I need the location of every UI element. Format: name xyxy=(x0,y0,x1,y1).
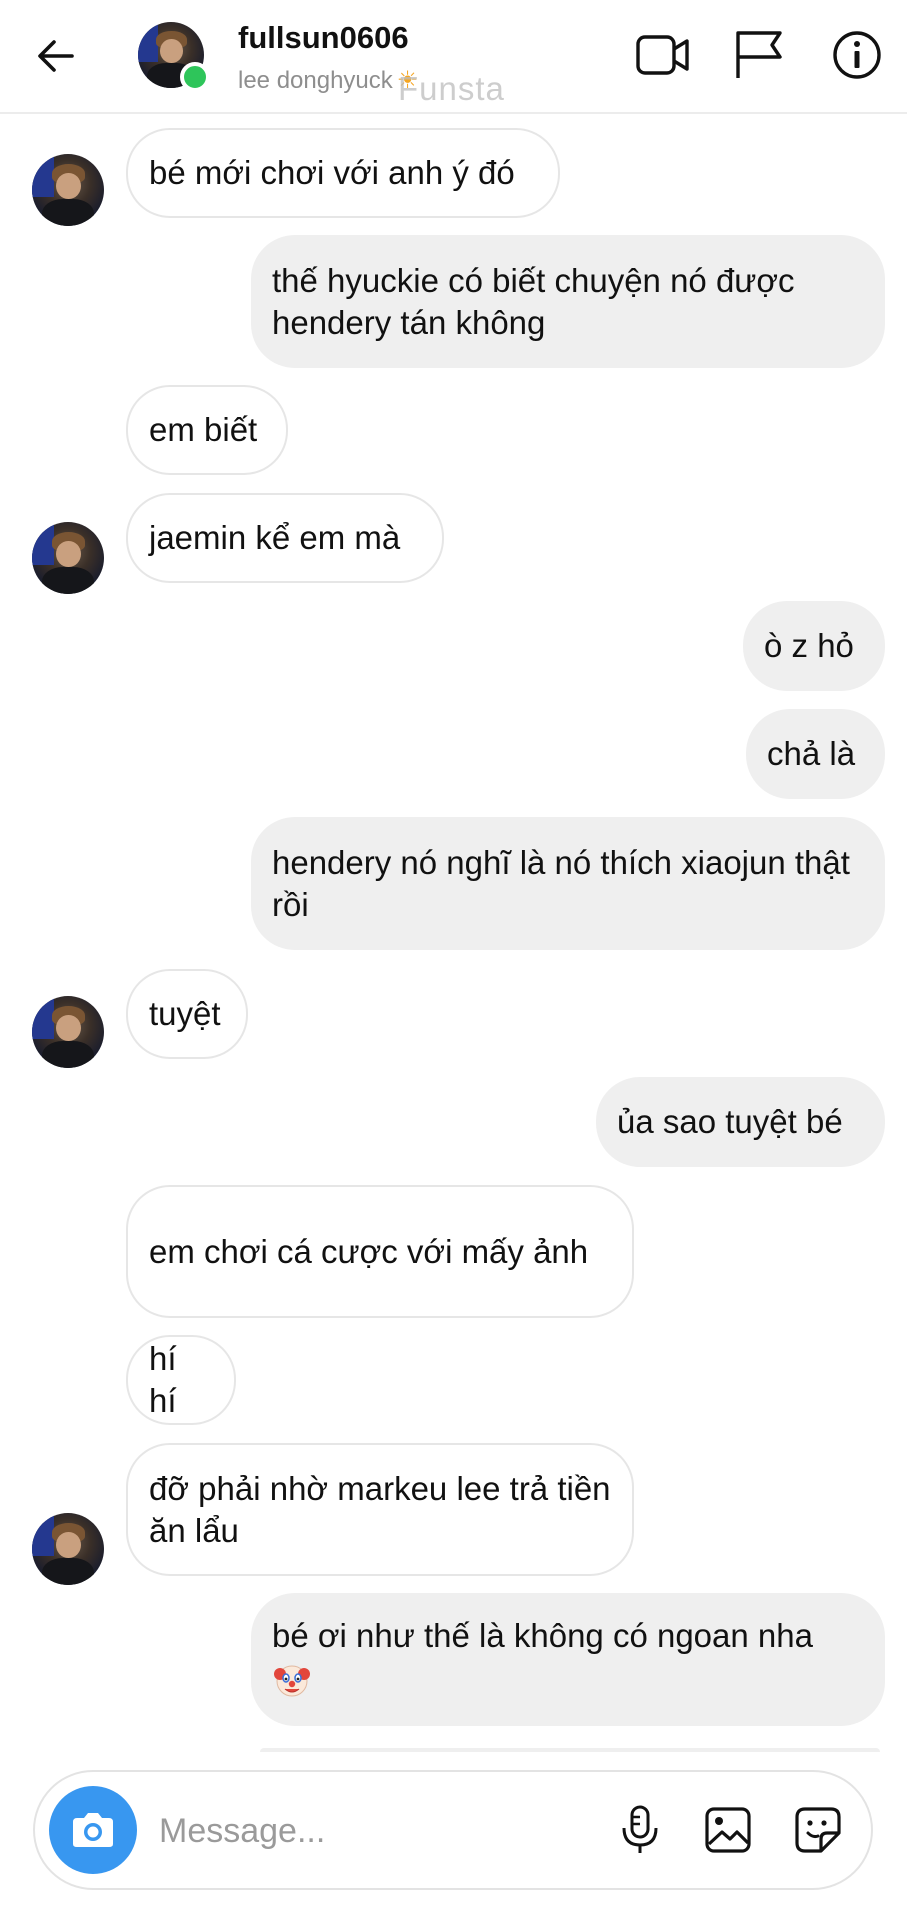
gallery-button[interactable] xyxy=(700,1802,756,1858)
avatar xyxy=(32,996,104,1068)
sender-avatar[interactable] xyxy=(32,522,104,594)
message-text: ò z hỏ xyxy=(764,627,854,664)
sticker-button[interactable] xyxy=(790,1802,846,1858)
camera-button[interactable] xyxy=(49,1786,137,1874)
sender-avatar[interactable] xyxy=(32,996,104,1068)
video-call-button[interactable] xyxy=(632,24,694,86)
funsta-watermark: Funsta xyxy=(398,70,505,107)
avatar xyxy=(32,1513,104,1585)
outgoing-message[interactable]: chả là xyxy=(746,709,885,799)
message-composer xyxy=(33,1770,873,1890)
message-text: bé ơi như thế là không có ngoan nha xyxy=(272,1615,813,1700)
chat-subtitle-text: lee donghyuck xyxy=(238,67,393,94)
image-icon xyxy=(705,1807,751,1853)
outgoing-message[interactable]: bé ơi như thế là không có ngoan nha xyxy=(251,1593,885,1726)
incoming-message[interactable]: bé mới chơi với anh ý đó xyxy=(126,128,560,218)
message-text-content: bé ơi như thế là không có ngoan nha xyxy=(272,1617,813,1654)
message-text: jaemin kể em mà xyxy=(149,519,401,556)
camera-icon xyxy=(73,1813,113,1847)
incoming-message[interactable]: em chơi cá cược với mấy ảnh xyxy=(126,1185,634,1318)
flag-icon xyxy=(736,31,782,78)
message-text: tuyệt xyxy=(149,995,221,1032)
message-text: hendery nó nghĩ là nó thích xiaojun thật… xyxy=(272,843,850,923)
clown-face-emoji-icon xyxy=(274,1665,310,1697)
sticker-icon xyxy=(795,1807,841,1853)
arrow-left-icon xyxy=(38,40,74,72)
message-text: em chơi cá cược với mấy ảnh xyxy=(149,1232,589,1270)
message-input[interactable] xyxy=(157,1802,591,1860)
outgoing-message[interactable]: hendery nó nghĩ là nó thích xiaojun thật… xyxy=(251,817,885,950)
message-text: bé mới chơi với anh ý đó xyxy=(149,154,515,191)
incoming-message[interactable]: hí hí xyxy=(126,1335,236,1425)
message-text: chả là xyxy=(767,735,856,772)
outgoing-message[interactable]: thế hyuckie có biết chuyện nó được hende… xyxy=(251,235,885,368)
header-avatar[interactable] xyxy=(138,22,210,92)
info-icon xyxy=(833,31,881,79)
microphone-icon xyxy=(622,1805,658,1853)
avatar xyxy=(32,522,104,594)
incoming-message[interactable]: đỡ phải nhờ markeu lee trả tiền ăn lẩu xyxy=(126,1443,634,1576)
message-text: thế hyuckie có biết chuyện nó được hende… xyxy=(272,261,795,341)
incoming-message[interactable]: jaemin kể em mà xyxy=(126,493,444,583)
incoming-message[interactable]: tuyệt xyxy=(126,969,248,1059)
chat-header: fullsun0606 lee donghyuck ☀ Funsta xyxy=(0,0,907,114)
voice-message-button[interactable] xyxy=(612,1802,668,1858)
message-text: em biết xyxy=(149,411,258,448)
avatar xyxy=(32,154,104,226)
message-text: hí hí xyxy=(149,1340,177,1419)
online-status-indicator xyxy=(180,62,210,92)
sender-avatar[interactable] xyxy=(32,1513,104,1585)
back-button[interactable] xyxy=(28,28,84,84)
info-button[interactable] xyxy=(826,24,888,86)
outgoing-message[interactable]: ủa sao tuyệt bé xyxy=(596,1077,885,1167)
incoming-message[interactable]: em biết xyxy=(126,385,288,475)
outgoing-message[interactable]: ò z hỏ xyxy=(743,601,885,691)
chat-username[interactable]: fullsun0606 xyxy=(238,20,409,56)
composer-area xyxy=(0,1752,907,1920)
video-call-icon xyxy=(636,35,689,75)
message-text: đỡ phải nhờ markeu lee trả tiền ăn lẩu xyxy=(149,1469,611,1549)
message-text: ủa sao tuyệt bé xyxy=(617,1103,843,1140)
chat-subtitle: lee donghyuck ☀ xyxy=(238,66,418,95)
report-button[interactable] xyxy=(728,24,790,86)
sender-avatar[interactable] xyxy=(32,154,104,226)
